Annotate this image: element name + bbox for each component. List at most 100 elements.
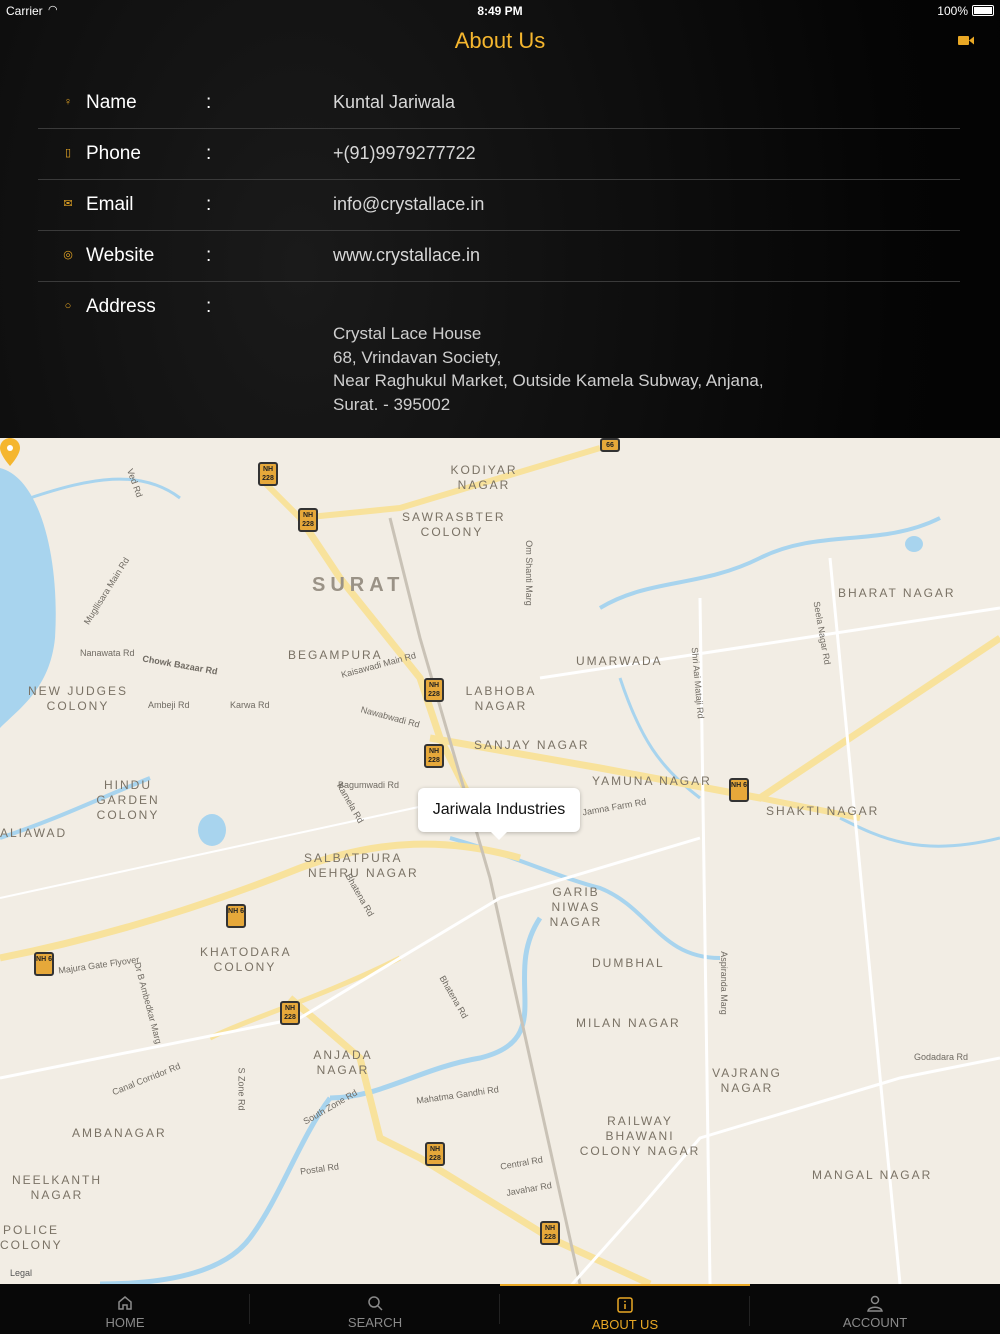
contact-name-value: Kuntal Jariwala bbox=[333, 92, 456, 112]
map-area-label: KHATODARA COLONY bbox=[200, 945, 292, 974]
video-camera-icon[interactable] bbox=[958, 35, 974, 46]
map-street-label: S Zone Rd bbox=[236, 1067, 247, 1111]
map-street-label: Nanawata Rd bbox=[80, 648, 135, 658]
page-title: About Us bbox=[454, 28, 546, 53]
map-street-label: Godadara Rd bbox=[914, 1052, 969, 1062]
contact-row-address: ○ Address : Crystal Lace House 68, Vrind… bbox=[38, 282, 960, 422]
map-area-label: LABHOBA NAGAR bbox=[465, 684, 537, 713]
info-icon bbox=[617, 1297, 633, 1313]
contact-phone-value[interactable]: +(91)9979277722 bbox=[333, 143, 476, 164]
map-area-label: YAMUNA NAGAR bbox=[592, 774, 712, 788]
separator-colon: : bbox=[206, 194, 212, 215]
envelope-icon: ✉ bbox=[63, 198, 73, 210]
separator-colon: : bbox=[206, 296, 212, 317]
contact-row-email[interactable]: ✉ Email : info@crystallace.in bbox=[38, 180, 960, 231]
map-street-label: Om Shanti Marg bbox=[523, 540, 534, 606]
map-street-label: Aspiranda Marg bbox=[718, 951, 729, 1015]
map-area-label: BEGAMPURA bbox=[288, 648, 383, 662]
separator-colon: : bbox=[206, 92, 212, 113]
map-area-label: MANGAL NAGAR bbox=[812, 1168, 933, 1182]
tab-label: HOME bbox=[105, 1315, 145, 1330]
map-base-layer bbox=[0, 445, 1000, 1284]
tab-search[interactable]: SEARCH bbox=[250, 1284, 500, 1334]
location-pin-icon: ○ bbox=[64, 300, 72, 312]
home-icon bbox=[118, 1296, 132, 1310]
contact-label: Address bbox=[86, 296, 156, 317]
highway-shield: NH 228 bbox=[424, 744, 444, 768]
map-area-label: SAWRASBTER COLONY bbox=[402, 510, 506, 539]
tab-home[interactable]: HOME bbox=[0, 1284, 250, 1334]
highway-shield: NH 6 bbox=[226, 904, 246, 928]
map-callout[interactable]: Jariwala Industries bbox=[418, 788, 580, 840]
map-area-label: NEW JUDGES COLONY bbox=[27, 684, 128, 713]
highway-shield: NH 6 bbox=[729, 778, 749, 802]
status-bar: Carrier ◠ 8:49 PM 100% bbox=[0, 0, 1000, 22]
tab-account[interactable]: ACCOUNT bbox=[750, 1284, 1000, 1334]
map-pin-icon[interactable] bbox=[0, 438, 20, 466]
contact-info: ♀ Name : Kuntal Jariwala ▯ Phone : +(91)… bbox=[38, 78, 960, 422]
map-area-label: MILAN NAGAR bbox=[576, 1016, 681, 1030]
highway-shield: NH 228 bbox=[258, 462, 278, 486]
contact-row-website[interactable]: ◎ Website : www.crystallace.in bbox=[38, 231, 960, 282]
map-area-label: BHARAT NAGAR bbox=[838, 586, 956, 600]
search-icon bbox=[368, 1296, 383, 1311]
map-area-label: NEELKANTH NAGAR bbox=[12, 1173, 103, 1202]
battery-icon bbox=[972, 5, 994, 16]
battery-percent: 100% bbox=[937, 4, 968, 18]
phone-icon: ▯ bbox=[64, 147, 72, 159]
map-area-label: NEHRU NAGAR bbox=[308, 866, 419, 880]
navigation-bar: About Us bbox=[0, 22, 1000, 62]
globe-icon: ◎ bbox=[63, 249, 73, 261]
tab-about-us[interactable]: ABOUT US bbox=[500, 1284, 750, 1334]
address-line: Crystal Lace House bbox=[333, 324, 482, 343]
map-area-label: SALBATPURA bbox=[304, 851, 403, 865]
contact-label: Email bbox=[86, 194, 134, 215]
map-area-label: SHAKTI NAGAR bbox=[766, 804, 880, 818]
highway-shield: NH 228 bbox=[425, 1142, 445, 1166]
highway-shield: NH 228 bbox=[298, 508, 318, 532]
address-line: Near Raghukul Market, Outside Kamela Sub… bbox=[333, 371, 764, 390]
map-area-label: KODIYAR NAGAR bbox=[450, 463, 518, 492]
contact-row-name: ♀ Name : Kuntal Jariwala bbox=[38, 78, 960, 129]
separator-colon: : bbox=[206, 143, 212, 164]
map-area-label: VAJRANG NAGAR bbox=[712, 1066, 782, 1095]
map-area-label: ALIAWAD bbox=[0, 826, 68, 840]
tab-bar: HOME SEARCH ABOUT US ACCOUNT bbox=[0, 1284, 1000, 1334]
map-city-label: SURAT bbox=[312, 574, 405, 596]
map-area-label: RAILWAY BHAWANI COLONY NAGAR bbox=[579, 1114, 701, 1158]
map-area-label: ANJADA NAGAR bbox=[313, 1048, 373, 1077]
tab-label: ABOUT US bbox=[591, 1317, 659, 1332]
contact-label: Website bbox=[86, 245, 155, 266]
map-street-label: Karwa Rd bbox=[230, 700, 270, 710]
tab-label: ACCOUNT bbox=[842, 1315, 908, 1330]
contact-label: Name bbox=[86, 92, 137, 113]
map-legal-link[interactable]: Legal bbox=[10, 1268, 32, 1278]
map-street-label: Ambeji Rd bbox=[148, 700, 190, 710]
contact-row-phone[interactable]: ▯ Phone : +(91)9979277722 bbox=[38, 129, 960, 180]
contact-email-value[interactable]: info@crystallace.in bbox=[333, 194, 484, 215]
map-area-label: AMBANAGAR bbox=[72, 1126, 167, 1140]
map-area-label: DUMBHAL bbox=[592, 956, 665, 970]
map-area-label: POLICE COLONY bbox=[0, 1223, 63, 1252]
map-area-label: GARIB NIWAS NAGAR bbox=[549, 885, 603, 929]
highway-shield: NH 228 bbox=[280, 1001, 300, 1025]
highway-shield: NH 228 bbox=[540, 1221, 560, 1245]
separator-colon: : bbox=[206, 245, 212, 266]
address-line: Surat. - 395002 bbox=[333, 394, 451, 414]
map-area-label: UMARWADA bbox=[576, 654, 663, 668]
person-icon: ♀ bbox=[63, 96, 73, 108]
contact-label: Phone bbox=[86, 143, 141, 164]
highway-shield: NH 228 bbox=[424, 678, 444, 702]
map-area-label: SANJAY NAGAR bbox=[474, 738, 590, 752]
address-line: 68, Vrindavan Society, bbox=[333, 347, 502, 367]
highway-shield: NH 6 bbox=[34, 952, 54, 976]
clock: 8:49 PM bbox=[477, 4, 523, 18]
about-us-screen: Carrier ◠ 8:49 PM 100% About Us ♀ Name :… bbox=[0, 0, 1000, 1334]
person-icon bbox=[867, 1295, 883, 1312]
contact-website-value[interactable]: www.crystallace.in bbox=[333, 245, 480, 266]
map-area-label: HINDU GARDEN COLONY bbox=[96, 778, 160, 822]
address-value: Crystal Lace House 68, Vrindavan Society… bbox=[333, 322, 764, 416]
highway-shield: 66 bbox=[600, 438, 620, 452]
tab-label: SEARCH bbox=[347, 1315, 403, 1330]
location-map[interactable]: SURAT KODIYAR NAGAR SAWRASBTER COLONY BE… bbox=[0, 438, 1000, 1284]
